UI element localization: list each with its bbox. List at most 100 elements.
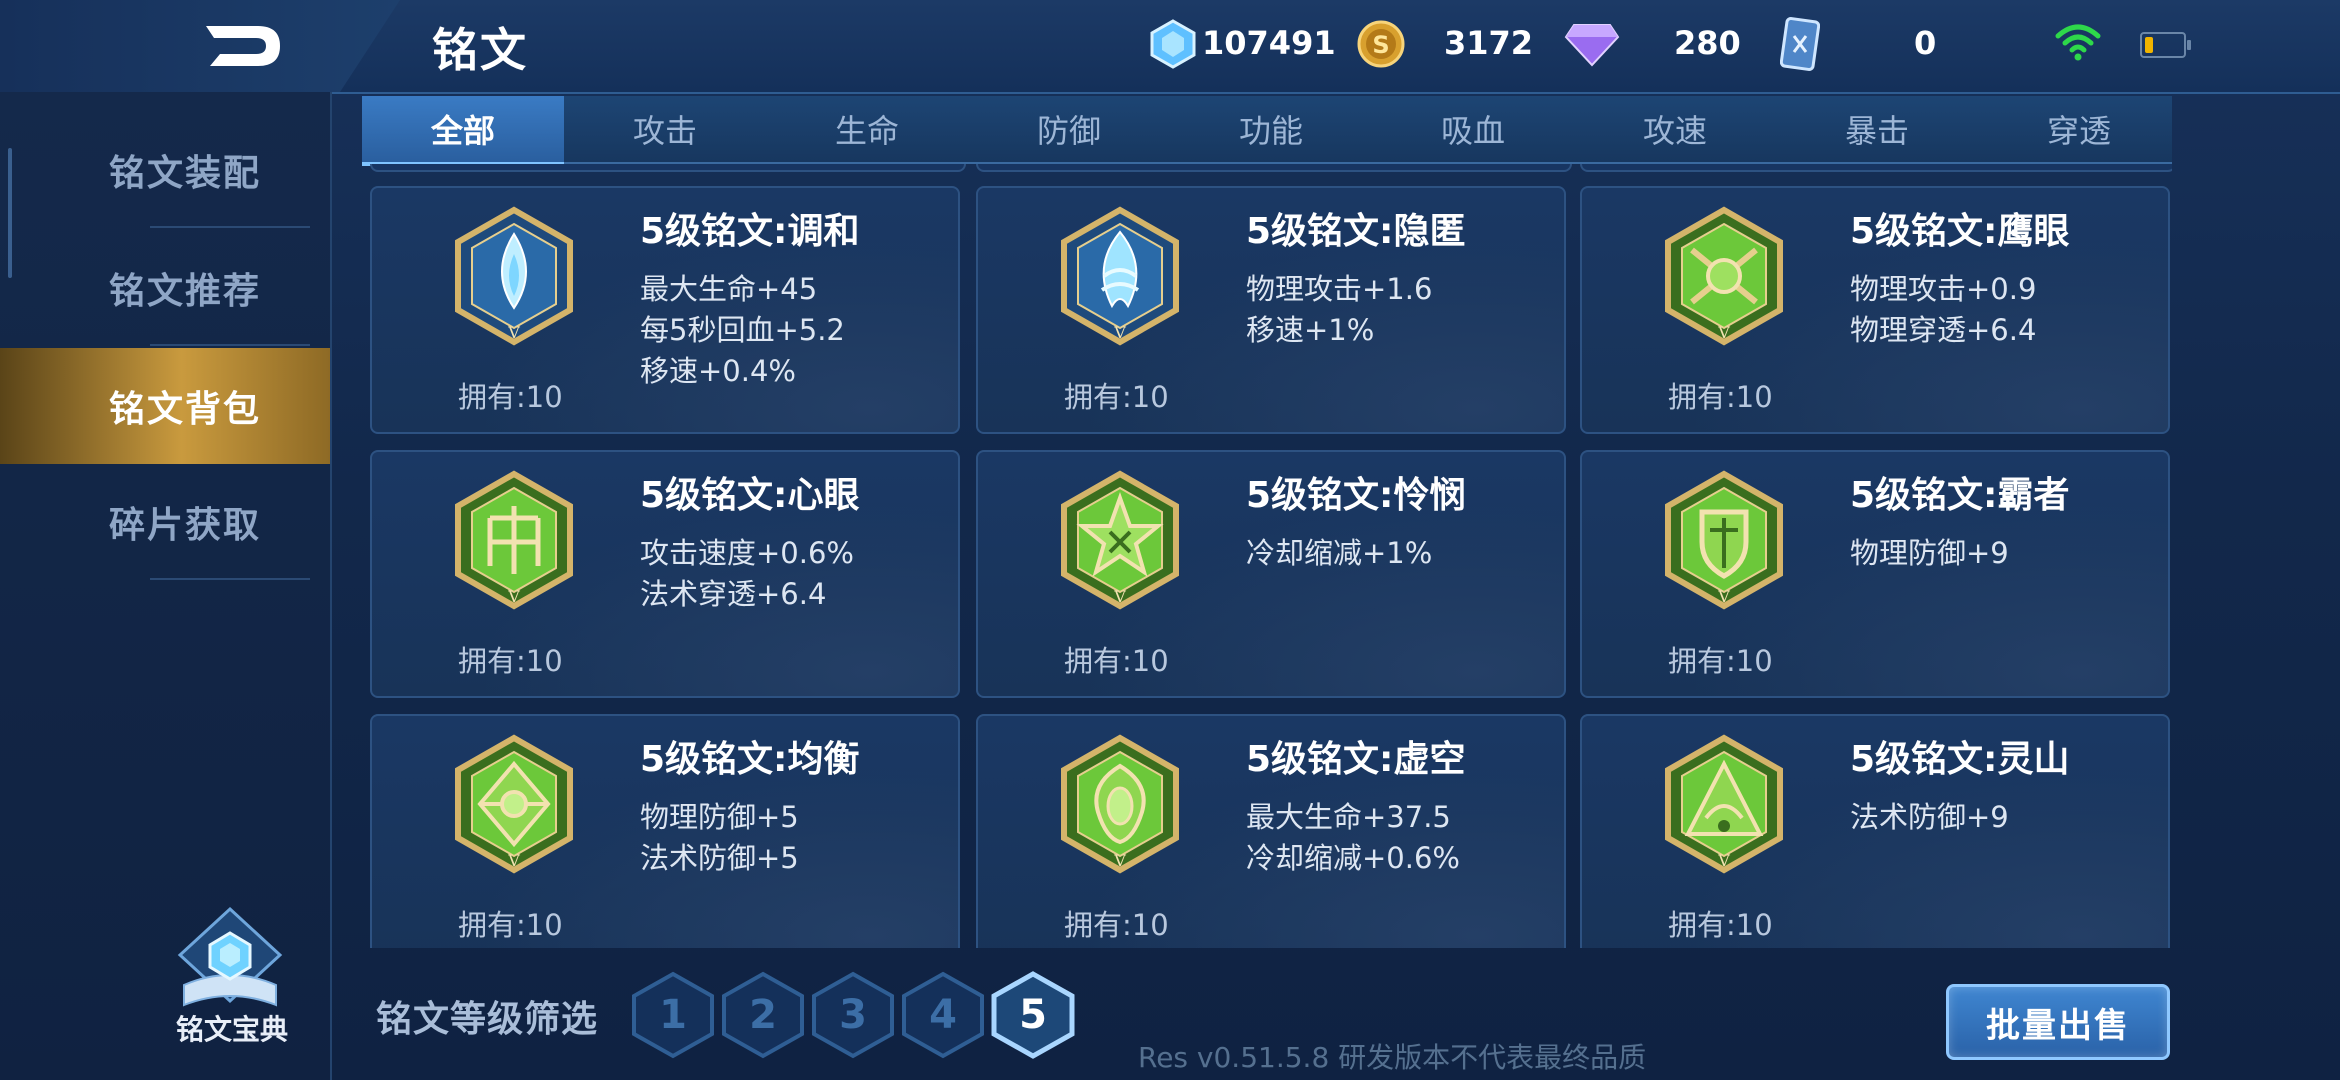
batch-sell-label: 批量出售 — [1986, 1005, 2130, 1046]
tab-all[interactable]: 全部 — [362, 96, 564, 166]
tab-label: 功能 — [1238, 112, 1303, 150]
tab-label: 吸血 — [1440, 112, 1505, 150]
rune-stat: 物理攻击+0.9 — [1850, 272, 2037, 306]
rune-codex-label: 铭文宝典 — [175, 1013, 288, 1046]
rune-name: 5级铭文:灵山 — [1850, 739, 2070, 780]
card-counter: 0 — [1780, 16, 1950, 72]
gold-value: 3172 — [1444, 24, 1534, 62]
level-number: 3 — [839, 992, 867, 1038]
rune-xukong-icon: V — [1061, 734, 1179, 874]
rune-card-lianmin[interactable]: V 拥有:10 5级铭文:怜悯 冷却缩减+1% — [976, 450, 1566, 698]
card-icon — [1780, 17, 1820, 71]
owned-count: 拥有:10 — [1668, 908, 1773, 942]
rune-name: 5级铭文:调和 — [640, 211, 860, 252]
owned-count: 拥有:10 — [458, 380, 563, 414]
gem-counter: 280 — [1564, 16, 1741, 72]
rune-stat: 移速+1% — [1246, 313, 1375, 347]
card-value: 0 — [1914, 24, 1937, 62]
tab-defense[interactable]: 防御 — [968, 96, 1170, 162]
rune-name: 5级铭文:均衡 — [640, 739, 860, 780]
prev-row-edge — [1580, 164, 2172, 172]
level-filter-label: 铭文等级筛选 — [376, 999, 599, 1040]
sidebar-item-label: 铭文装配 — [108, 153, 261, 194]
owned-count: 拥有:10 — [1064, 644, 1169, 678]
tab-attack-speed[interactable]: 攻速 — [1574, 96, 1776, 162]
tab-label: 全部 — [430, 112, 495, 150]
rune-xinyan-icon: V — [455, 470, 573, 610]
rune-card-tiaohe[interactable]: V 拥有:10 5级铭文:调和 最大生命+45 每5秒回血+5.2 移速+0.4… — [370, 186, 960, 434]
rune-card-xukong[interactable]: V 拥有:10 5级铭文:虚空 最大生命+37.5 冷却缩减+0.6% — [976, 714, 1566, 948]
tab-label: 攻速 — [1642, 112, 1707, 150]
batch-sell-button[interactable]: 批量出售 — [1946, 984, 2170, 1060]
rune-stat: 物理防御+5 — [640, 800, 799, 834]
level-filter-3[interactable]: 3 — [808, 970, 898, 1060]
owned-count: 拥有:10 — [1668, 644, 1773, 678]
sidebar-item-fragment-obtain[interactable]: 碎片获取 — [0, 464, 330, 580]
sidebar-item-rune-equip[interactable]: 铭文装配 — [0, 112, 330, 228]
sidebar-item-label: 碎片获取 — [108, 505, 261, 546]
level-filter-2[interactable]: 2 — [718, 970, 808, 1060]
sidebar-item-label: 铭文背包 — [108, 389, 261, 430]
rune-card-lingshan[interactable]: V 拥有:10 5级铭文:灵山 法术防御+9 — [1580, 714, 2170, 948]
owned-count: 拥有:10 — [458, 644, 563, 678]
rune-stat: 移速+0.4% — [640, 354, 796, 388]
rune-card-junheng[interactable]: V 拥有:10 5级铭文:均衡 物理防御+5 法术防御+5 — [370, 714, 960, 948]
level-filter-4[interactable]: 4 — [898, 970, 988, 1060]
tab-attack[interactable]: 攻击 — [564, 96, 766, 162]
rune-card-yingyan[interactable]: V 拥有:10 5级铭文:鹰眼 物理攻击+0.9 物理穿透+6.4 — [1580, 186, 2170, 434]
level-number: 5 — [1019, 992, 1047, 1038]
tab-lifesteal[interactable]: 吸血 — [1372, 96, 1574, 162]
tab-penetration[interactable]: 穿透 — [1978, 96, 2180, 162]
page-title: 铭文 — [432, 23, 528, 77]
rune-stat: 冷却缩减+1% — [1246, 536, 1433, 570]
rune-name: 5级铭文:霸者 — [1850, 475, 2070, 516]
gold-coin-icon: S — [1357, 20, 1405, 68]
battery-icon — [2140, 32, 2191, 58]
rune-stat: 物理穿透+6.4 — [1850, 313, 2037, 347]
rune-stat: 最大生命+45 — [640, 272, 818, 306]
svg-text:S: S — [1372, 31, 1389, 59]
level-number: 1 — [659, 992, 687, 1038]
tab-critical[interactable]: 暴击 — [1776, 96, 1978, 162]
rune-stat: 法术防御+9 — [1850, 800, 2009, 834]
rune-card-yinni[interactable]: V 拥有:10 5级铭文:隐匿 物理攻击+1.6 移速+1% — [976, 186, 1566, 434]
rune-stat: 每5秒回血+5.2 — [640, 313, 845, 347]
rune-yingyan-icon: V — [1665, 206, 1783, 346]
rune-name: 5级铭文:鹰眼 — [1850, 211, 2070, 252]
tab-label: 攻击 — [632, 112, 697, 150]
owned-count: 拥有:10 — [458, 908, 563, 942]
rune-stat: 物理防御+9 — [1850, 536, 2009, 570]
tab-health[interactable]: 生命 — [766, 96, 968, 162]
tab-label: 穿透 — [2046, 112, 2111, 150]
prev-row-edge — [370, 164, 966, 172]
level-filter-5[interactable]: 5 — [988, 970, 1078, 1060]
level-filter-1[interactable]: 1 — [628, 970, 718, 1060]
svg-text:V: V — [507, 587, 520, 606]
sidebar-item-label: 铭文推荐 — [108, 271, 261, 312]
back-arrow-icon[interactable] — [196, 18, 286, 74]
svg-text:V: V — [1717, 587, 1730, 606]
svg-text:V: V — [1113, 323, 1126, 342]
svg-text:V: V — [1717, 323, 1730, 342]
top-bar: 铭文 107491 S 3172 280 0 — [0, 0, 2340, 94]
svg-text:V: V — [507, 323, 520, 342]
owned-count: 拥有:10 — [1064, 380, 1169, 414]
rune-stat: 物理攻击+1.6 — [1246, 272, 1433, 306]
diamond-counter: 107491 — [1150, 16, 1336, 72]
rune-card-xinyan[interactable]: V 拥有:10 5级铭文:心眼 攻击速度+0.6% 法术穿透+6.4 — [370, 450, 960, 698]
rune-tiaohe-icon: V — [455, 206, 573, 346]
tab-label: 暴击 — [1844, 112, 1909, 150]
rune-stat: 冷却缩减+0.6% — [1246, 841, 1460, 875]
rune-card-bazhe[interactable]: V 拥有:10 5级铭文:霸者 物理防御+9 — [1580, 450, 2170, 698]
rune-yinni-icon: V — [1061, 206, 1179, 346]
tab-utility[interactable]: 功能 — [1170, 96, 1372, 162]
tab-label: 生命 — [834, 112, 899, 150]
sidebar-item-rune-bag[interactable]: 铭文背包 — [0, 348, 330, 464]
diamond-value: 107491 — [1202, 24, 1336, 62]
rune-name: 5级铭文:隐匿 — [1246, 211, 1466, 252]
gold-counter: S 3172 — [1356, 16, 1533, 72]
rune-stat: 法术防御+5 — [640, 841, 799, 875]
sidebar-item-rune-recommend[interactable]: 铭文推荐 — [0, 230, 330, 346]
rune-name: 5级铭文:怜悯 — [1246, 475, 1466, 516]
diamond-icon — [1150, 19, 1196, 69]
